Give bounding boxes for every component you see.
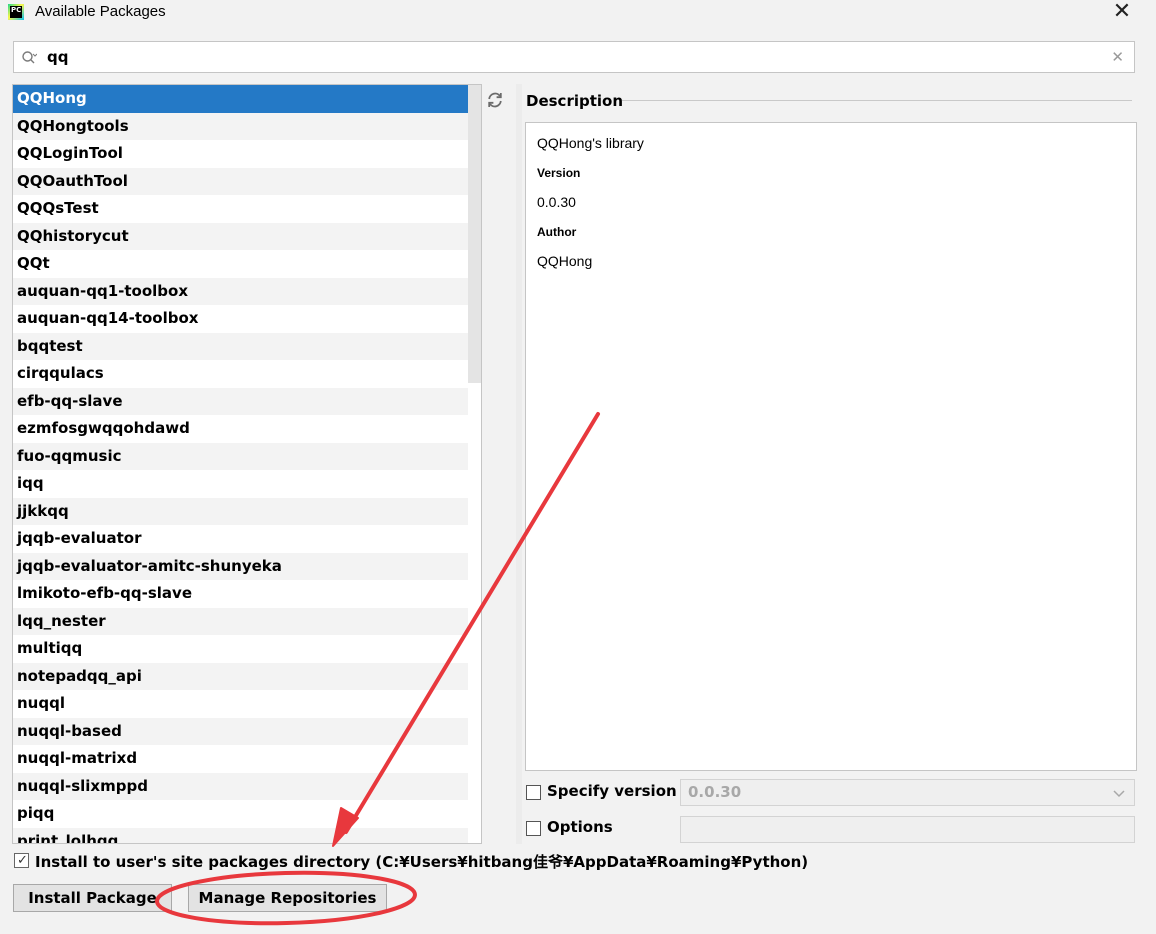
close-icon[interactable]: ✕ (1110, 1, 1134, 23)
package-row[interactable]: QQLoginTool (13, 140, 468, 168)
pycharm-app-icon: PC (8, 4, 24, 20)
install-user-site-checkbox[interactable]: ✓ (14, 853, 29, 868)
package-row[interactable]: print_lolhqq (13, 827, 468, 843)
refresh-list-button[interactable] (484, 87, 506, 113)
specify-version-checkbox[interactable] (526, 785, 541, 800)
package-row[interactable]: jqqb-evaluator (13, 525, 468, 553)
checkmark-icon: ✓ (17, 853, 28, 868)
title-bar: PC Available Packages ✕ (0, 0, 1156, 26)
package-row[interactable]: QQHongtools (13, 112, 468, 140)
options-field (680, 816, 1135, 843)
package-row[interactable]: ezmfosgwqqohdawd (13, 415, 468, 443)
package-row[interactable]: QQHong (13, 85, 468, 113)
package-row[interactable]: jjkkqq (13, 497, 468, 525)
chevron-down-icon (1113, 790, 1125, 798)
package-row[interactable]: lmikoto-efb-qq-slave (13, 580, 468, 608)
package-row[interactable]: fuo-qqmusic (13, 442, 468, 470)
description-heading: Description (526, 92, 624, 110)
package-row[interactable]: cirqqulacs (13, 360, 468, 388)
package-row[interactable]: notepadqq_api (13, 662, 468, 690)
version-label: Version (537, 166, 581, 180)
install-user-site-label[interactable]: Install to user's site packages director… (35, 851, 808, 872)
package-row[interactable]: piqq (13, 800, 468, 828)
options-checkbox[interactable] (526, 821, 541, 836)
author-label: Author (537, 225, 577, 239)
package-row[interactable]: auquan-qq14-toolbox (13, 305, 468, 333)
clear-search-icon[interactable]: ✕ (1111, 48, 1124, 66)
window-title: Available Packages (35, 3, 166, 20)
package-row[interactable]: QQhistorycut (13, 222, 468, 250)
search-icon[interactable] (21, 50, 37, 66)
package-row[interactable]: nuqql (13, 690, 468, 718)
search-input[interactable] (47, 47, 1097, 67)
package-row[interactable]: efb-qq-slave (13, 387, 468, 415)
package-row[interactable]: lqq_nester (13, 607, 468, 635)
package-list[interactable]: QQHong QQHongtools QQLoginTool QQOauthTool Q… (12, 84, 482, 844)
search-box[interactable]: ✕ (13, 41, 1135, 73)
package-row[interactable]: nuqql-slixmppd (13, 772, 468, 800)
version-select: 0.0.30 (680, 779, 1135, 806)
description-divider (622, 100, 1132, 101)
version-value: 0.0.30 (537, 194, 576, 210)
package-row[interactable]: bqqtest (13, 332, 468, 360)
refresh-icon (488, 92, 502, 108)
list-scrollbar[interactable] (468, 85, 481, 843)
package-row[interactable]: QQt (13, 250, 468, 278)
package-row[interactable]: nuqql-based (13, 717, 468, 745)
manage-repositories-button[interactable]: Manage Repositories (188, 884, 387, 912)
package-row[interactable]: QQQsTest (13, 195, 468, 223)
author-value: QQHong (537, 253, 593, 269)
package-list-items: QQHong QQHongtools QQLoginTool QQOauthTool Q… (13, 85, 468, 843)
package-row[interactable]: jqqb-evaluator-amitc-shunyeka (13, 552, 468, 580)
install-package-button[interactable]: Install Package (13, 884, 172, 912)
package-row[interactable]: multiqq (13, 635, 468, 663)
description-panel: QQHong's library Version 0.0.30 Author Q… (525, 122, 1137, 771)
package-row[interactable]: QQOauthTool (13, 167, 468, 195)
package-summary: QQHong's library (537, 135, 644, 151)
package-row[interactable]: nuqql-matrixd (13, 745, 468, 773)
specify-version-label[interactable]: Specify version (547, 782, 677, 800)
panel-splitter[interactable] (516, 84, 522, 844)
package-row[interactable]: auquan-qq1-toolbox (13, 277, 468, 305)
package-row[interactable]: iqq (13, 470, 468, 498)
options-label[interactable]: Options (547, 818, 613, 836)
version-select-value: 0.0.30 (688, 783, 742, 801)
list-scrollbar-thumb[interactable] (468, 85, 481, 383)
